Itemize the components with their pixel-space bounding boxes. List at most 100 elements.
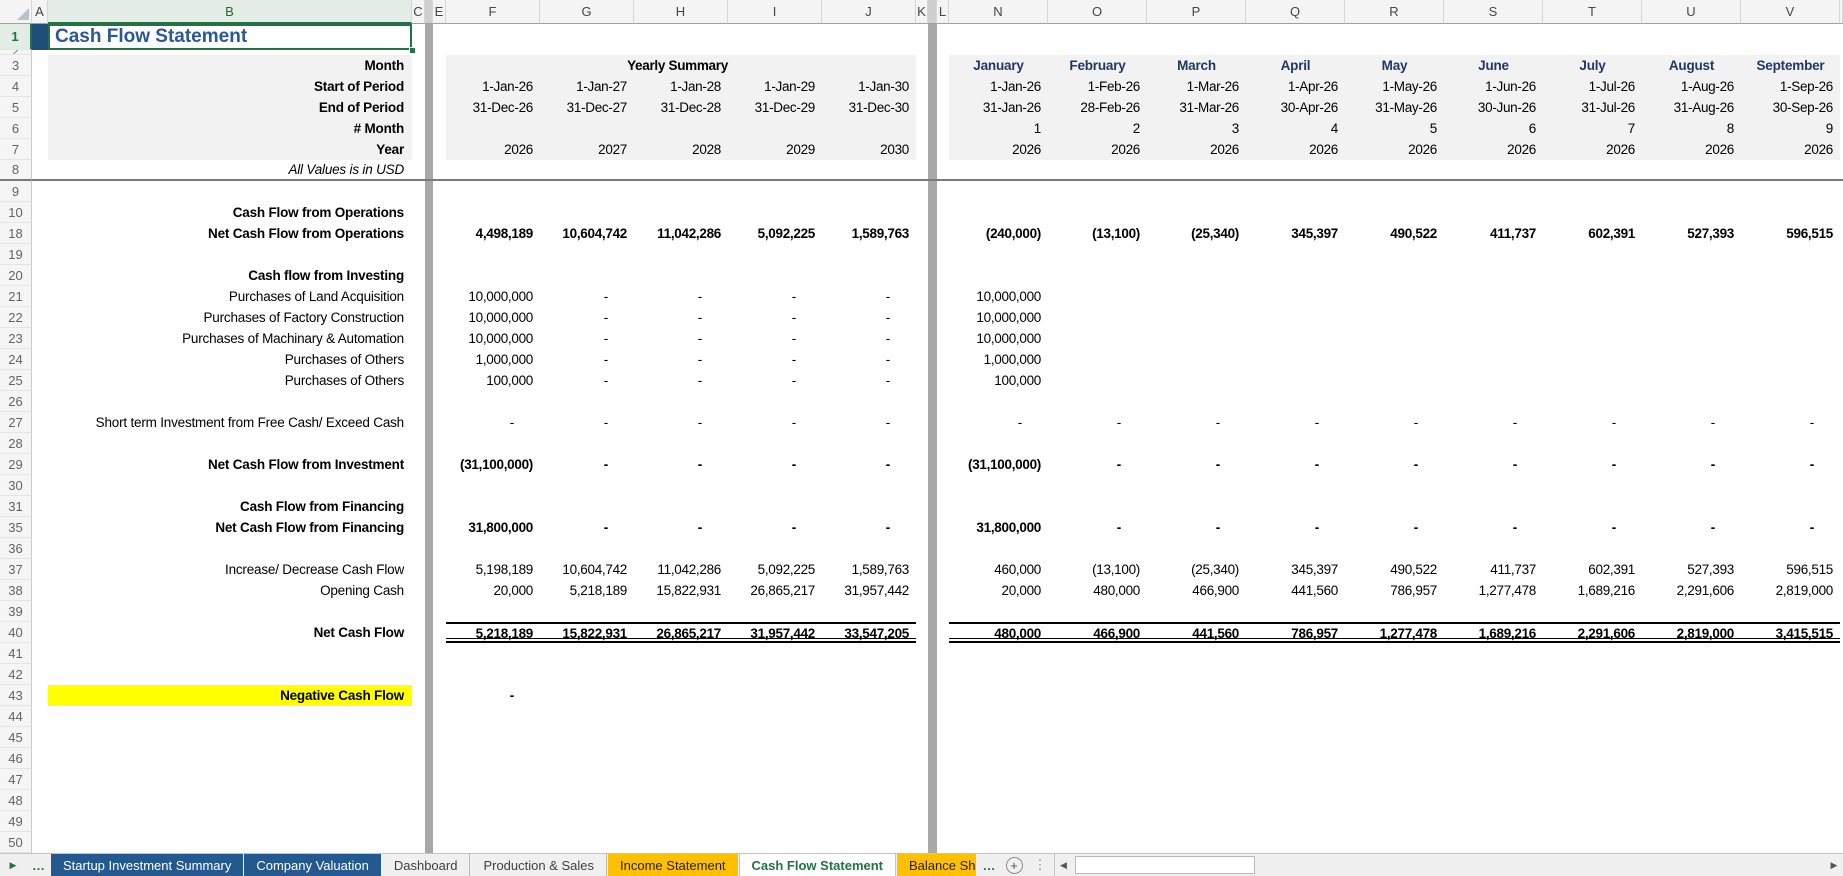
cell-G30[interactable] <box>540 475 634 496</box>
cell-F26[interactable] <box>446 391 540 412</box>
cell-C28[interactable] <box>412 433 425 454</box>
cell[interactable] <box>1741 24 1840 50</box>
cell-U48[interactable] <box>1642 790 1741 811</box>
row-header-49[interactable]: 49 <box>0 811 32 832</box>
cell-H10[interactable] <box>634 202 728 223</box>
cell-A47[interactable] <box>32 769 48 790</box>
cell-L39[interactable] <box>937 601 949 622</box>
cell-H46[interactable] <box>634 748 728 769</box>
cell-B48[interactable] <box>48 790 412 811</box>
cell-A31[interactable] <box>32 496 48 517</box>
cell-H37[interactable]: 11,042,286 <box>634 559 728 580</box>
cell-K6[interactable] <box>916 118 928 139</box>
cell[interactable] <box>1048 24 1147 50</box>
cell-S31[interactable] <box>1444 496 1543 517</box>
cell-S50[interactable] <box>1444 832 1543 853</box>
cell-B1-page-title[interactable]: Cash Flow Statement <box>48 24 412 50</box>
cell-G8[interactable] <box>540 160 634 181</box>
cell-L38[interactable] <box>937 580 949 601</box>
scrollbar-thumb[interactable] <box>1075 856 1255 874</box>
cell-V45[interactable] <box>1741 727 1840 748</box>
cell-H43[interactable] <box>634 685 728 706</box>
cell-C9[interactable] <box>412 181 425 202</box>
cell-S35[interactable]: - <box>1444 517 1543 538</box>
cell-H47[interactable] <box>634 769 728 790</box>
cell-J5[interactable]: 31-Dec-30 <box>822 97 916 118</box>
cell-B29[interactable]: Net Cash Flow from Investment <box>48 454 412 475</box>
cell-L25[interactable] <box>937 370 949 391</box>
cell-F41[interactable] <box>446 643 540 664</box>
pane-split[interactable] <box>928 664 937 685</box>
cell-T30[interactable] <box>1543 475 1642 496</box>
cell-O28[interactable] <box>1048 433 1147 454</box>
cell-C30[interactable] <box>412 475 425 496</box>
cell-S10[interactable] <box>1444 202 1543 223</box>
cell-O7[interactable]: 2026 <box>1048 139 1147 160</box>
hidden-tabs-left-dots[interactable]: … <box>26 854 51 876</box>
cell-T22[interactable] <box>1543 307 1642 328</box>
cell-P35[interactable]: - <box>1147 517 1246 538</box>
cell-J6[interactable] <box>822 118 916 139</box>
cell-R4[interactable]: 1-May-26 <box>1345 76 1444 97</box>
pane-split[interactable] <box>425 475 433 496</box>
pane-split-header[interactable] <box>425 0 433 24</box>
column-header-L[interactable]: L <box>937 0 949 24</box>
cell-I18[interactable]: 5,092,225 <box>728 223 822 244</box>
sheet-tab-company-valuation[interactable]: Company Valuation <box>244 854 381 876</box>
pane-split-header[interactable] <box>928 0 937 24</box>
pane-split[interactable] <box>425 601 433 622</box>
cell-G6[interactable] <box>540 118 634 139</box>
cell-J4[interactable]: 1-Jan-30 <box>822 76 916 97</box>
cell-I25[interactable]: - <box>728 370 822 391</box>
cell-U39[interactable] <box>1642 601 1741 622</box>
cell-H24[interactable]: - <box>634 349 728 370</box>
row-header-29[interactable]: 29 <box>0 454 32 475</box>
pane-split[interactable] <box>425 391 433 412</box>
cell-N19[interactable] <box>949 244 1048 265</box>
cell-A1[interactable] <box>32 24 48 50</box>
cell-B41[interactable] <box>48 643 412 664</box>
cell-T41[interactable] <box>1543 643 1642 664</box>
sheet-tab-dashboard[interactable]: Dashboard <box>382 854 471 876</box>
cell-N25[interactable]: 100,000 <box>949 370 1048 391</box>
cell-R28[interactable] <box>1345 433 1444 454</box>
pane-split[interactable] <box>928 24 937 50</box>
cell-L36[interactable] <box>937 538 949 559</box>
cell-H31[interactable] <box>634 496 728 517</box>
pane-split[interactable] <box>928 412 937 433</box>
cell-H36[interactable] <box>634 538 728 559</box>
cell-C48[interactable] <box>412 790 425 811</box>
cell-P9[interactable] <box>1147 181 1246 202</box>
cell-S27[interactable]: - <box>1444 412 1543 433</box>
cell-E48[interactable] <box>433 790 446 811</box>
cell-E42[interactable] <box>433 664 446 685</box>
pane-split[interactable] <box>425 622 433 643</box>
cell-N23[interactable]: 10,000,000 <box>949 328 1048 349</box>
cell-J44[interactable] <box>822 706 916 727</box>
cell-S42[interactable] <box>1444 664 1543 685</box>
cell-A30[interactable] <box>32 475 48 496</box>
cell-R41[interactable] <box>1345 643 1444 664</box>
row-header-28[interactable]: 28 <box>0 433 32 454</box>
pane-split[interactable] <box>928 55 937 76</box>
cell-V6[interactable]: 9 <box>1741 118 1840 139</box>
cell-S19[interactable] <box>1444 244 1543 265</box>
cell-O42[interactable] <box>1048 664 1147 685</box>
cell-R23[interactable] <box>1345 328 1444 349</box>
cell-R48[interactable] <box>1345 790 1444 811</box>
cell-L41[interactable] <box>937 643 949 664</box>
cell-P46[interactable] <box>1147 748 1246 769</box>
cell-U20[interactable] <box>1642 265 1741 286</box>
row-header-50[interactable]: 50 <box>0 832 32 853</box>
cell-L10[interactable] <box>937 202 949 223</box>
cell-F38[interactable]: 20,000 <box>446 580 540 601</box>
cell-S24[interactable] <box>1444 349 1543 370</box>
cell-C38[interactable] <box>412 580 425 601</box>
cell-I22[interactable]: - <box>728 307 822 328</box>
column-header-Q[interactable]: Q <box>1246 0 1345 24</box>
cell-V10[interactable] <box>1741 202 1840 223</box>
cell-H38[interactable]: 15,822,931 <box>634 580 728 601</box>
cell-I24[interactable]: - <box>728 349 822 370</box>
cell-U35[interactable]: - <box>1642 517 1741 538</box>
cell-R19[interactable] <box>1345 244 1444 265</box>
